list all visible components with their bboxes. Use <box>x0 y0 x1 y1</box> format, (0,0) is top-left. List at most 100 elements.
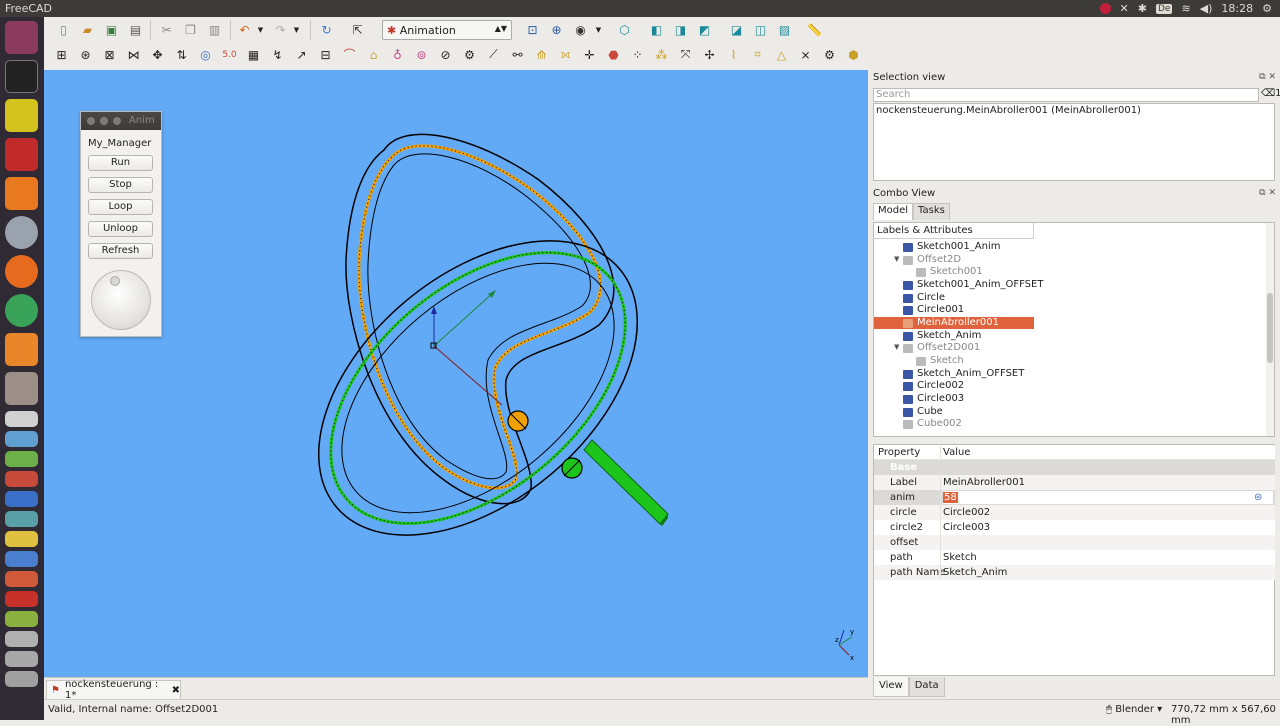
firefox-icon[interactable] <box>5 255 38 288</box>
tree-item[interactable]: Circle002 <box>903 380 964 392</box>
anim-tool-9-icon[interactable]: ▦ <box>245 46 262 63</box>
loop-button[interactable]: Loop <box>88 199 153 215</box>
tree-item[interactable]: Cube002 <box>903 418 962 430</box>
anim-tool-7-icon[interactable]: ◎ <box>197 46 214 63</box>
fit-all-icon[interactable]: ⊡ <box>524 21 541 38</box>
view-rear-icon[interactable]: ◪ <box>728 21 745 38</box>
stop-button[interactable]: Stop <box>88 177 153 193</box>
undo-icon[interactable]: ↶ <box>236 21 253 38</box>
anim-tool-6-icon[interactable]: ⇅ <box>173 46 190 63</box>
power-icon[interactable]: ⚙ <box>1262 2 1272 15</box>
clear-icon[interactable]: ⌫ <box>1261 88 1275 99</box>
model-tree[interactable]: Labels & Attributes Sketch001_Anim ▼ Off… <box>873 222 1275 437</box>
tab-model[interactable]: Model <box>873 203 914 220</box>
combo-view-controls[interactable]: ⧉ ✕ <box>1259 188 1276 198</box>
anim-value-input[interactable]: 58 <box>943 491 1273 504</box>
app-icon-11[interactable] <box>5 611 38 627</box>
view-top-icon[interactable]: ◨ <box>672 21 689 38</box>
fit-selection-icon[interactable]: ⊕ <box>548 21 565 38</box>
animation-dial[interactable] <box>91 270 151 330</box>
property-value[interactable]: Circle002 <box>943 505 990 520</box>
tree-item[interactable]: Cube <box>903 406 943 418</box>
property-row[interactable]: path Name Sketch_Anim <box>874 565 1275 580</box>
cut-icon[interactable]: ✂ <box>158 21 175 38</box>
close-icon[interactable] <box>87 117 95 125</box>
refresh-button[interactable]: Refresh <box>88 243 153 259</box>
property-value[interactable]: Circle003 <box>943 520 990 535</box>
redo-dropdown-icon[interactable]: ▼ <box>288 21 305 38</box>
whats-this-icon[interactable]: ⇱ <box>349 21 366 38</box>
selection-count[interactable]: ⌫1 <box>1261 88 1280 99</box>
new-file-icon[interactable]: ▯ <box>55 21 72 38</box>
clock[interactable]: 18:28 <box>1221 2 1253 15</box>
app-icon-3[interactable] <box>5 451 38 467</box>
scrollbar-thumb[interactable] <box>1267 293 1273 363</box>
property-value[interactable]: MeinAbroller001 <box>943 475 1025 490</box>
open-file-icon[interactable]: ▰ <box>79 21 96 38</box>
anim-tool-31-icon[interactable]: △ <box>773 46 790 63</box>
ubuntu-dash-icon[interactable] <box>5 21 38 54</box>
print-icon[interactable]: ▤ <box>127 21 144 38</box>
selection-search-input[interactable]: Search <box>873 88 1259 102</box>
anim-tool-19-icon[interactable]: ⟋ <box>485 46 502 63</box>
keyboard-layout[interactable]: De <box>1155 3 1173 14</box>
spin-icon[interactable]: ⊜ <box>1254 490 1262 505</box>
anim-tool-24-icon[interactable]: ⬣ <box>605 46 622 63</box>
anim-tool-23-icon[interactable]: ✛ <box>581 46 598 63</box>
property-value[interactable]: Sketch_Anim <box>943 565 1007 580</box>
collapse-icon[interactable]: ▼ <box>894 255 899 263</box>
tree-item[interactable]: Circle001 <box>903 304 964 316</box>
network-icon[interactable]: ✕ <box>1120 2 1129 15</box>
anim-tool-27-icon[interactable]: ⤧ <box>677 46 694 63</box>
anim-tool-25-icon[interactable]: ⁘ <box>629 46 646 63</box>
anim-tool-32-icon[interactable]: ⨯ <box>797 46 814 63</box>
anim-tool-20-icon[interactable]: ⚯ <box>509 46 526 63</box>
dialog-titlebar[interactable]: Anim <box>81 112 161 130</box>
dial-handle[interactable] <box>110 276 120 286</box>
property-row[interactable]: path Sketch <box>874 550 1275 565</box>
bluetooth-icon[interactable]: ✱ <box>1138 2 1147 15</box>
property-row[interactable]: Label MeinAbroller001 <box>874 475 1275 490</box>
unloop-button[interactable]: Unloop <box>88 221 153 237</box>
app-icon-5[interactable] <box>5 491 38 507</box>
app-icon-7[interactable] <box>5 531 38 547</box>
selection-list[interactable]: nockensteuerung.MeinAbroller001 (MeinAbr… <box>873 103 1275 181</box>
app-icon-8[interactable] <box>5 551 38 567</box>
anim-tool-13-icon[interactable]: ⌒ <box>341 46 358 63</box>
measure-icon[interactable]: 📏 <box>806 21 823 38</box>
property-row[interactable]: circle Circle002 <box>874 505 1275 520</box>
terminal-icon[interactable] <box>5 60 38 93</box>
app-icon-13[interactable] <box>5 651 38 667</box>
anim-tool-26-icon[interactable]: ⁂ <box>653 46 670 63</box>
property-row[interactable]: circle2 Circle003 <box>874 520 1275 535</box>
volume-icon[interactable]: ◀) <box>1200 2 1213 15</box>
anim-tool-5-icon[interactable]: ✥ <box>149 46 166 63</box>
tree-item[interactable]: Circle003 <box>903 393 964 405</box>
document-tab[interactable]: ⚑ nockensteuerung : 1* ✖ <box>46 679 181 701</box>
anim-tool-21-icon[interactable]: ⟰ <box>533 46 550 63</box>
selection-entry[interactable]: nockensteuerung.MeinAbroller001 (MeinAbr… <box>876 105 1272 116</box>
anim-tool-12-icon[interactable]: ⊟ <box>317 46 334 63</box>
undo-dropdown-icon[interactable]: ▼ <box>252 21 269 38</box>
anim-tool-8-icon[interactable]: 5.0 <box>221 46 238 63</box>
tree-item[interactable]: Sketch <box>916 355 964 367</box>
view-right-icon[interactable]: ◩ <box>696 21 713 38</box>
anim-tool-17-icon[interactable]: ⊘ <box>437 46 454 63</box>
wifi-icon[interactable]: ≋ <box>1181 2 1190 15</box>
model-scene[interactable]: z x y <box>44 70 868 677</box>
anim-tool-18-icon[interactable]: ⚙ <box>461 46 478 63</box>
anim-tool-22-icon[interactable]: ⟗ <box>557 46 574 63</box>
anim-tool-10-icon[interactable]: ↯ <box>269 46 286 63</box>
blender-icon[interactable] <box>5 333 38 366</box>
navigation-style-selector[interactable]: 🖱 Blender ▾ <box>1106 704 1162 715</box>
redo-icon[interactable]: ↷ <box>272 21 289 38</box>
tab-tasks[interactable]: Tasks <box>913 203 950 220</box>
tab-view[interactable]: View <box>873 677 909 697</box>
tree-item[interactable]: Sketch001_Anim_OFFSET <box>903 279 1043 291</box>
tab-data[interactable]: Data <box>908 677 945 697</box>
anim-tool-3-icon[interactable]: ⊠ <box>101 46 118 63</box>
maximize-icon[interactable] <box>113 117 121 125</box>
app-icon-14[interactable] <box>5 671 38 687</box>
property-row-editing[interactable]: anim 58 ⊜ <box>874 490 1275 505</box>
app-icon-2[interactable] <box>5 431 38 447</box>
